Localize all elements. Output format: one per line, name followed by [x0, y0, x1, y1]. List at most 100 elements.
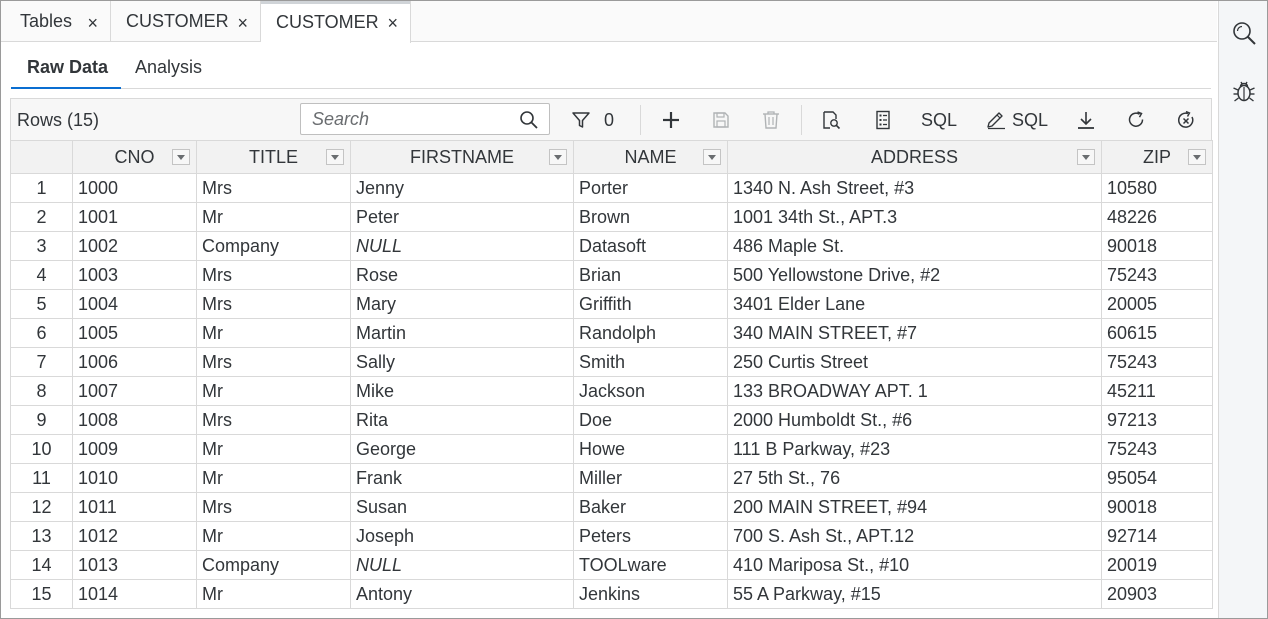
- table-row[interactable]: 2 1001 Mr Peter Brown 1001 34th St., APT.3 482…: [10, 202, 1213, 232]
- table-cell[interactable]: 75243: [1101, 347, 1213, 377]
- table-cell[interactable]: Martin: [350, 318, 574, 348]
- table-cell[interactable]: Datasoft: [573, 231, 728, 261]
- tab-customer-1[interactable]: CUSTOMER ×: [111, 1, 261, 42]
- table-cell[interactable]: 1004: [72, 289, 197, 319]
- table-cell[interactable]: Jenny: [350, 173, 574, 203]
- table-cell[interactable]: 20903: [1101, 579, 1213, 609]
- download-button[interactable]: [1074, 105, 1098, 135]
- filter-button[interactable]: [569, 105, 593, 135]
- table-cell[interactable]: Brown: [573, 202, 728, 232]
- table-cell[interactable]: George: [350, 434, 574, 464]
- table-cell[interactable]: Mr: [196, 521, 351, 551]
- column-header-firstname[interactable]: FIRSTNAME: [350, 140, 574, 174]
- table-cell[interactable]: 1005: [72, 318, 197, 348]
- table-cell[interactable]: Mary: [350, 289, 574, 319]
- row-number[interactable]: 8: [10, 376, 73, 406]
- row-number[interactable]: 15: [10, 579, 73, 609]
- column-header-name[interactable]: NAME: [573, 140, 728, 174]
- table-cell[interactable]: 1008: [72, 405, 197, 435]
- table-cell[interactable]: 1007: [72, 376, 197, 406]
- table-cell[interactable]: 48226: [1101, 202, 1213, 232]
- table-cell[interactable]: Doe: [573, 405, 728, 435]
- table-cell[interactable]: 90018: [1101, 231, 1213, 261]
- sql-button[interactable]: SQL: [919, 105, 959, 135]
- table-cell[interactable]: 1009: [72, 434, 197, 464]
- table-cell[interactable]: Griffith: [573, 289, 728, 319]
- table-row[interactable]: 6 1005 Mr Martin Randolph 340 MAIN STREET, #7…: [10, 318, 1213, 348]
- search-button[interactable]: [1231, 20, 1257, 46]
- column-menu-button[interactable]: [549, 149, 567, 165]
- table-cell[interactable]: Jenkins: [573, 579, 728, 609]
- table-cell[interactable]: Company: [196, 231, 351, 261]
- add-row-button[interactable]: [659, 105, 683, 135]
- refresh-button[interactable]: [1124, 105, 1148, 135]
- table-row[interactable]: 9 1008 Mrs Rita Doe 2000 Humboldt St., #6 9721…: [10, 405, 1213, 435]
- table-cell[interactable]: 95054: [1101, 463, 1213, 493]
- delete-button[interactable]: [759, 105, 783, 135]
- tab-raw-data[interactable]: Raw Data: [27, 57, 108, 78]
- column-menu-button[interactable]: [703, 149, 721, 165]
- table-cell[interactable]: 111 B Parkway, #23: [727, 434, 1102, 464]
- table-cell[interactable]: Mr: [196, 463, 351, 493]
- table-cell[interactable]: 1001 34th St., APT.3: [727, 202, 1102, 232]
- table-cell[interactable]: Peter: [350, 202, 574, 232]
- row-number[interactable]: 6: [10, 318, 73, 348]
- table-cell[interactable]: NULL: [350, 550, 574, 580]
- table-row[interactable]: 12 1011 Mrs Susan Baker 200 MAIN STREET, #94 9…: [10, 492, 1213, 522]
- column-menu-button[interactable]: [1188, 149, 1206, 165]
- columns-button[interactable]: [871, 105, 895, 135]
- table-cell[interactable]: 1013: [72, 550, 197, 580]
- search-icon[interactable]: [519, 110, 539, 130]
- row-number[interactable]: 13: [10, 521, 73, 551]
- row-number[interactable]: 1: [10, 173, 73, 203]
- column-menu-button[interactable]: [326, 149, 344, 165]
- search-input[interactable]: [301, 104, 511, 134]
- table-cell[interactable]: Mrs: [196, 173, 351, 203]
- close-icon[interactable]: ×: [387, 13, 398, 34]
- row-number[interactable]: 14: [10, 550, 73, 580]
- table-cell[interactable]: Antony: [350, 579, 574, 609]
- table-cell[interactable]: Joseph: [350, 521, 574, 551]
- table-cell[interactable]: 3401 Elder Lane: [727, 289, 1102, 319]
- table-row[interactable]: 3 1002 Company NULL Datasoft 486 Maple St. 900…: [10, 231, 1213, 261]
- table-row[interactable]: 13 1012 Mr Joseph Peters 700 S. Ash St., APT.…: [10, 521, 1213, 551]
- tab-tables[interactable]: Tables ×: [1, 1, 111, 42]
- table-cell[interactable]: Mr: [196, 318, 351, 348]
- row-number[interactable]: 10: [10, 434, 73, 464]
- table-cell[interactable]: Howe: [573, 434, 728, 464]
- table-row[interactable]: 11 1010 Mr Frank Miller 27 5th St., 76 95054: [10, 463, 1213, 493]
- row-number[interactable]: 9: [10, 405, 73, 435]
- table-cell[interactable]: Rose: [350, 260, 574, 290]
- table-cell[interactable]: Mr: [196, 202, 351, 232]
- table-cell[interactable]: 75243: [1101, 260, 1213, 290]
- row-number[interactable]: 11: [10, 463, 73, 493]
- row-number[interactable]: 3: [10, 231, 73, 261]
- table-cell[interactable]: 97213: [1101, 405, 1213, 435]
- table-row[interactable]: 5 1004 Mrs Mary Griffith 3401 Elder Lane 20005: [10, 289, 1213, 319]
- table-cell[interactable]: Mr: [196, 434, 351, 464]
- table-cell[interactable]: 1010: [72, 463, 197, 493]
- debug-button[interactable]: [1231, 78, 1257, 104]
- table-cell[interactable]: Sally: [350, 347, 574, 377]
- table-cell[interactable]: 700 S. Ash St., APT.12: [727, 521, 1102, 551]
- table-cell[interactable]: 1001: [72, 202, 197, 232]
- table-cell[interactable]: 1012: [72, 521, 197, 551]
- table-row[interactable]: 14 1013 Company NULL TOOLware 410 Mariposa St…: [10, 550, 1213, 580]
- close-icon[interactable]: ×: [237, 13, 248, 34]
- table-cell[interactable]: Frank: [350, 463, 574, 493]
- table-cell[interactable]: 200 MAIN STREET, #94: [727, 492, 1102, 522]
- row-number[interactable]: 5: [10, 289, 73, 319]
- column-menu-button[interactable]: [1077, 149, 1095, 165]
- table-cell[interactable]: Susan: [350, 492, 574, 522]
- table-cell[interactable]: 60615: [1101, 318, 1213, 348]
- table-cell[interactable]: 1006: [72, 347, 197, 377]
- table-cell[interactable]: Brian: [573, 260, 728, 290]
- table-row[interactable]: 10 1009 Mr George Howe 111 B Parkway, #23 7524…: [10, 434, 1213, 464]
- table-cell[interactable]: 90018: [1101, 492, 1213, 522]
- column-menu-button[interactable]: [172, 149, 190, 165]
- table-cell[interactable]: Porter: [573, 173, 728, 203]
- table-row[interactable]: 4 1003 Mrs Rose Brian 500 Yellowstone Drive, …: [10, 260, 1213, 290]
- table-cell[interactable]: 20019: [1101, 550, 1213, 580]
- inspect-button[interactable]: [819, 105, 843, 135]
- save-button[interactable]: [709, 105, 733, 135]
